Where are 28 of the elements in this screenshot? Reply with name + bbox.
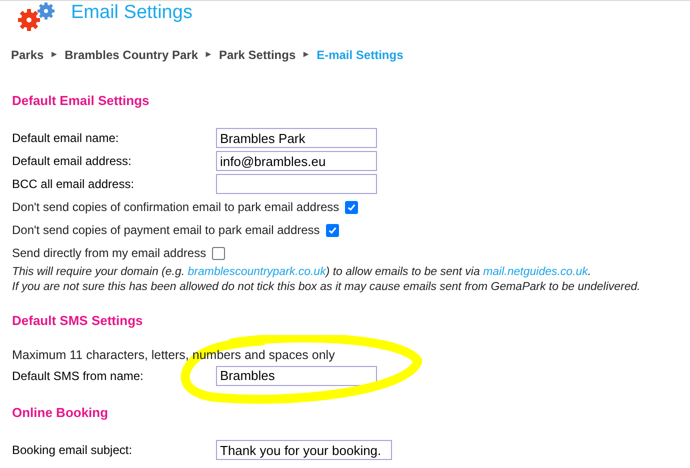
separator-icon: ►: [50, 48, 59, 62]
note-text: If you are not sure this has been allowed do not tick this box as it may cause emails sent from GemaPark to be undelivered.: [12, 280, 642, 294]
checkbox[interactable]: [345, 200, 358, 214]
separator-icon: ►: [204, 48, 213, 62]
input-field[interactable]: Thank you for your booking.: [216, 440, 392, 460]
breadcrumb-link[interactable]: Brambles Country Park: [64, 46, 198, 64]
page-title: Email Settings: [71, 2, 192, 24]
section-heading: Default Email Settings: [12, 92, 150, 110]
checkbox-label: Don't send copies of confirmation email to park email address: [12, 199, 340, 216]
checkbox-label: Send directly from my email address: [12, 245, 206, 262]
field-label: Booking email subject:: [12, 442, 134, 459]
note-text: This will require your domain (e.g. bramblescountrypark.co.uk) to allow emails to be sent via mail.netguides.co.uk.: [12, 264, 592, 280]
field-label: BCC all email address:: [12, 176, 136, 193]
input-field[interactable]: info@brambles.eu: [216, 151, 377, 171]
input-field[interactable]: Brambles Park: [216, 128, 377, 148]
field-label: Default SMS from name:: [12, 368, 144, 384]
field-label: Default email name:: [12, 130, 120, 147]
breadcrumb-link[interactable]: Parks: [11, 46, 44, 64]
checkbox[interactable]: [212, 246, 226, 260]
separator-icon: ►: [302, 48, 311, 62]
breadcrumb-link[interactable]: Park Settings: [218, 46, 296, 64]
input-field[interactable]: Brambles: [216, 366, 377, 386]
checkbox[interactable]: [326, 224, 339, 236]
section-heading: Default SMS Settings: [12, 312, 144, 330]
section-heading: Online Booking: [12, 404, 110, 422]
field-label: Default email address:: [12, 153, 132, 170]
checkbox-label: Don't send copies of payment email to park email address: [12, 222, 320, 239]
input-field[interactable]: [216, 174, 377, 194]
